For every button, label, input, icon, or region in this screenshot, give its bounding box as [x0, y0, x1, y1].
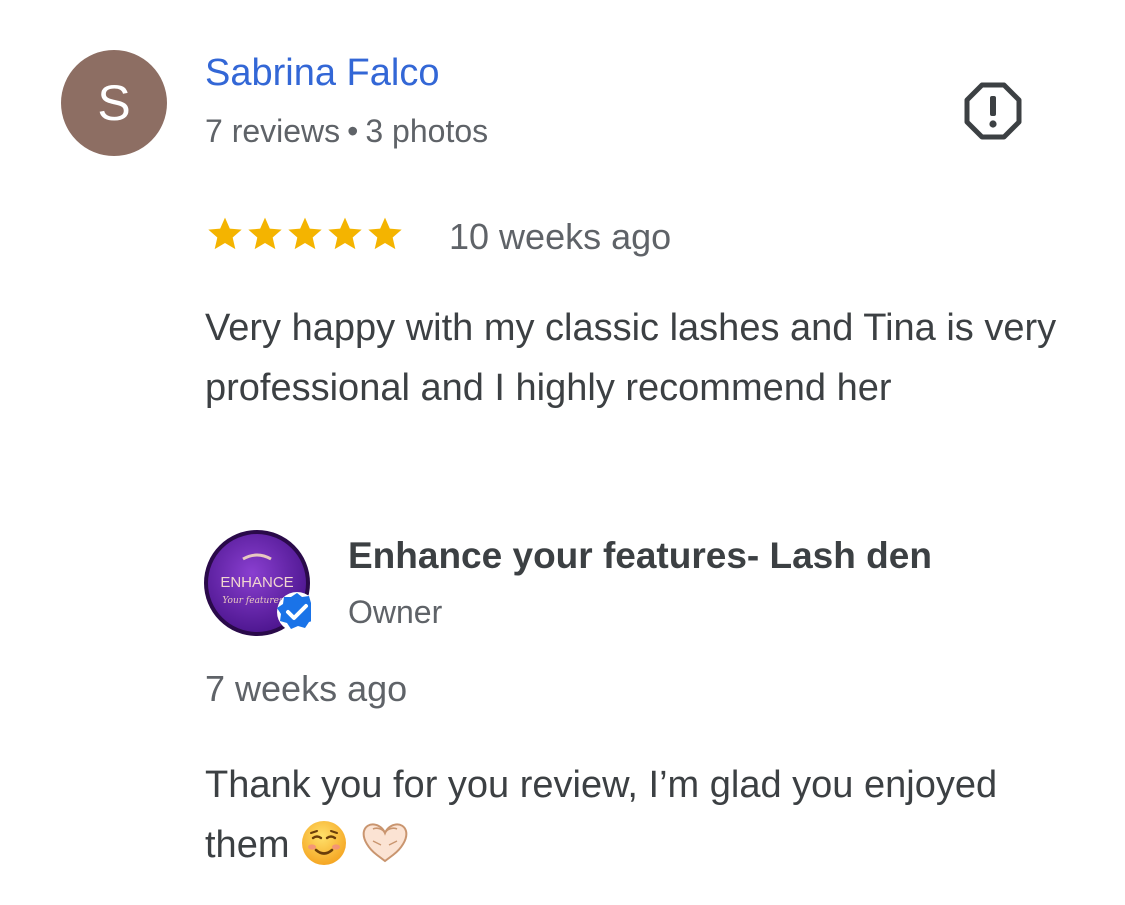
review-time: 10 weeks ago: [449, 216, 672, 257]
owner-role: Owner: [348, 594, 443, 630]
photo-count: 3 photos: [365, 113, 489, 149]
star-icon: [248, 217, 282, 250]
report-icon: [964, 82, 1022, 140]
star-rating: [205, 214, 405, 254]
smiling-face-icon: [302, 821, 347, 865]
business-logo-icon: ENHANCE Your features: [204, 530, 317, 636]
heart-hands-icon: [362, 823, 407, 863]
reviewer-stats: 7 reviews • 3 photos: [205, 113, 488, 150]
separator-dot: •: [347, 113, 359, 149]
star-icon: [208, 217, 242, 250]
star-icon: [328, 217, 362, 250]
owner-name[interactable]: Enhance your features- Lash den: [348, 535, 932, 577]
logo-wordmark: ENHANCE: [220, 574, 293, 591]
reply-time: 7 weeks ago: [205, 668, 408, 709]
reviewer-avatar[interactable]: S: [61, 50, 167, 156]
review-count: 7 reviews: [205, 113, 341, 149]
logo-script: Your features: [222, 596, 284, 606]
reply-text: Thank you for you review, I’m glad you e…: [205, 755, 1085, 875]
report-review-button[interactable]: [962, 80, 1024, 142]
owner-logo[interactable]: ENHANCE Your features: [203, 529, 317, 637]
star-icon: [288, 217, 322, 250]
star-icon: [368, 217, 402, 250]
review-text: Very happy with my classic lashes and Ti…: [205, 307, 1057, 409]
reviewer-name[interactable]: Sabrina Falco: [205, 52, 439, 95]
review-card: S Sabrina Falco 7 reviews • 3 photos 10 we…: [0, 0, 1125, 905]
